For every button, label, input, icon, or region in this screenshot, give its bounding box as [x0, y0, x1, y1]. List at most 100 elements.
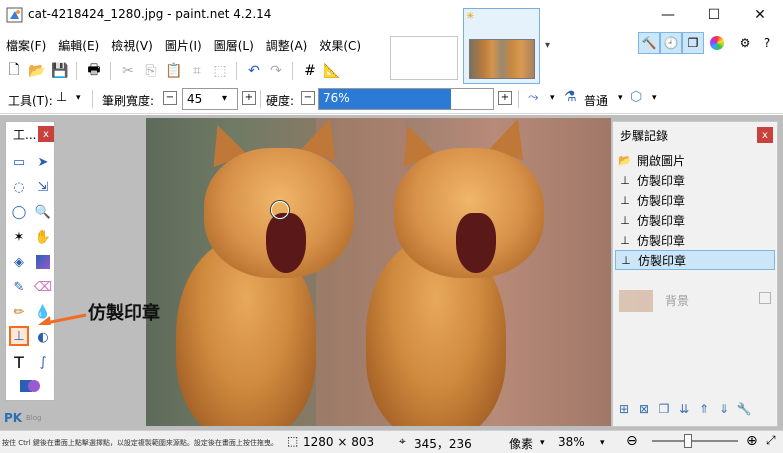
hardness-decrease-button[interactable]: − — [301, 91, 315, 105]
zoom-dropdown-icon[interactable]: ▾ — [600, 438, 605, 448]
image-tab-empty[interactable] — [390, 36, 458, 80]
recolor-tool-icon[interactable]: ◐ — [33, 327, 53, 347]
save-file-icon[interactable]: 💾 — [50, 60, 70, 82]
layers-panel-ghost: 背景 — [615, 278, 775, 318]
menu-view[interactable]: 檢視(V) — [105, 34, 159, 56]
history-item[interactable]: ⊥ 仿製印章 — [615, 190, 775, 210]
delete-layer-icon[interactable]: ⊠ — [635, 400, 653, 418]
settings-gear-icon[interactable]: ⚙ — [734, 32, 756, 54]
help-icon[interactable]: ? — [756, 32, 778, 54]
brush-width-decrease-button[interactable]: − — [163, 91, 177, 105]
history-panel-close-button[interactable]: x — [757, 127, 773, 143]
move-selected-tool-icon[interactable]: ➤ — [33, 152, 53, 172]
move-selection-tool-icon[interactable]: ⇲ — [33, 177, 53, 197]
menu-adjustments[interactable]: 調整(A) — [260, 34, 314, 56]
magic-wand-tool-icon[interactable]: ✶ — [9, 227, 29, 247]
minimize-button[interactable]: — — [645, 0, 691, 30]
duplicate-layer-icon[interactable]: ❐ — [655, 400, 673, 418]
open-file-icon[interactable]: 📂 — [27, 60, 47, 82]
sampling-icon[interactable]: ⬡ — [630, 89, 642, 105]
shapes-tool-icon[interactable] — [12, 376, 48, 396]
blend-mode-dropdown-icon[interactable]: ▾ — [618, 93, 623, 103]
pan-tool-icon[interactable]: ✋ — [33, 227, 53, 247]
zoom-in-icon[interactable]: ⊕ — [746, 433, 758, 449]
lasso-select-tool-icon[interactable]: ◌ — [9, 177, 29, 197]
paintbrush-tool-icon[interactable]: ✎ — [9, 277, 29, 297]
ellipse-select-tool-icon[interactable]: ◯ — [9, 202, 29, 222]
grid-icon[interactable]: # — [300, 60, 320, 82]
image-tab-active[interactable]: ✳ — [463, 8, 540, 84]
hardness-label: 硬度: — [266, 94, 295, 108]
history-item[interactable]: ⊥ 仿製印章 — [615, 230, 775, 250]
fit-window-icon[interactable]: ⤢ — [766, 433, 776, 448]
zoom-out-icon[interactable]: ⊖ — [626, 433, 638, 449]
open-image-icon: 📂 — [618, 153, 632, 167]
zoom-value[interactable]: 38% — [558, 435, 585, 449]
image-list-dropdown-icon[interactable]: ▾ — [545, 40, 550, 51]
print-icon[interactable]: 🖶 — [84, 60, 104, 82]
brush-width-label: 筆刷寬度: — [102, 94, 155, 108]
layer-properties-icon[interactable]: 🔧 — [735, 400, 753, 418]
cut-icon[interactable]: ✂ — [118, 60, 138, 82]
brush-width-increase-button[interactable]: + — [242, 91, 256, 105]
history-item[interactable]: ⊥ 仿製印章 — [615, 170, 775, 190]
menu-layers[interactable]: 圖層(L) — [208, 34, 260, 56]
line-curve-tool-icon[interactable]: ∫ — [33, 352, 53, 372]
maximize-button[interactable]: ☐ — [691, 0, 737, 30]
units-selector[interactable]: 像素 — [509, 435, 533, 452]
antialiasing-dropdown-icon[interactable]: ▾ — [550, 93, 555, 103]
menu-file[interactable]: 檔案(F) — [0, 34, 52, 56]
deselect-icon[interactable]: ⬚ — [210, 60, 230, 82]
ruler-icon[interactable]: 📐 — [322, 60, 342, 82]
zoom-slider-thumb[interactable] — [684, 434, 692, 448]
close-window-button[interactable]: ✕ — [737, 0, 783, 30]
image-canvas[interactable] — [146, 118, 611, 426]
history-item-selected[interactable]: ⊥ 仿製印章 — [615, 250, 775, 270]
paint-bucket-tool-icon[interactable]: ◈ — [9, 252, 29, 272]
hardness-slider[interactable]: 76% — [318, 88, 494, 110]
colors-toggle-icon[interactable] — [706, 32, 728, 54]
menu-image[interactable]: 圖片(I) — [159, 34, 208, 56]
toolbar-separator — [236, 62, 237, 80]
clone-stamp-tool-icon[interactable]: ⊥ — [9, 326, 29, 346]
rectangle-select-tool-icon[interactable]: ▭ — [9, 152, 29, 172]
tools-panel-title: 工... — [13, 128, 37, 142]
add-layer-icon[interactable]: ⊞ — [615, 400, 633, 418]
menu-effects[interactable]: 效果(C) — [313, 34, 367, 56]
zoom-tool-icon[interactable]: 🔍 — [33, 202, 53, 222]
zoom-slider[interactable] — [652, 440, 738, 442]
crop-icon[interactable]: ⌗ — [187, 60, 207, 82]
window-title: cat-4218424_1280.jpg - paint.net 4.2.14 — [28, 7, 272, 21]
hardness-increase-button[interactable]: + — [498, 91, 512, 105]
sampling-dropdown-icon[interactable]: ▾ — [652, 93, 657, 103]
eraser-tool-icon[interactable]: ⌫ — [33, 277, 53, 297]
tool-dropdown-icon[interactable]: ▾ — [76, 93, 81, 103]
blend-mode-value[interactable]: 普通 — [584, 92, 608, 109]
move-layer-down-icon[interactable]: ⇓ — [715, 400, 733, 418]
blend-mode-icon[interactable]: ⚗ — [564, 89, 577, 105]
copy-icon[interactable]: ⎘ — [141, 60, 161, 82]
new-file-icon[interactable]: 🗋 — [4, 60, 24, 82]
history-item[interactable]: 📂 開啟圖片 — [615, 150, 775, 170]
redo-icon[interactable]: ↷ — [266, 60, 286, 82]
right-cat-mouth — [456, 213, 496, 273]
undo-icon[interactable]: ↶ — [244, 60, 264, 82]
gradient-tool-icon[interactable] — [33, 252, 53, 272]
paste-icon[interactable]: 📋 — [164, 60, 184, 82]
pencil-tool-icon[interactable]: ✏ — [9, 302, 29, 322]
antialiasing-icon[interactable]: ⤳ — [528, 90, 538, 105]
move-layer-up-icon[interactable]: ⇑ — [695, 400, 713, 418]
history-item[interactable]: ⊥ 仿製印章 — [615, 210, 775, 230]
layers-toggle-icon[interactable]: ❐ — [682, 32, 704, 54]
text-tool-icon[interactable]: T — [9, 352, 29, 372]
units-dropdown-icon[interactable]: ▾ — [540, 438, 545, 448]
history-toggle-icon[interactable]: 🕘 — [660, 32, 682, 54]
merge-layer-icon[interactable]: ⇊ — [675, 400, 693, 418]
brush-width-dropdown-icon[interactable]: ▾ — [222, 93, 227, 104]
tools-panel-close-button[interactable]: x — [38, 126, 54, 142]
tools-toggle-icon[interactable]: 🔨 — [638, 32, 660, 54]
menu-edit[interactable]: 編輯(E) — [52, 34, 105, 56]
clone-stamp-tool-icon[interactable]: ⊥ — [56, 90, 67, 105]
history-item-label: 仿製印章 — [637, 193, 686, 208]
brush-width-input[interactable]: 45 — [182, 88, 238, 110]
